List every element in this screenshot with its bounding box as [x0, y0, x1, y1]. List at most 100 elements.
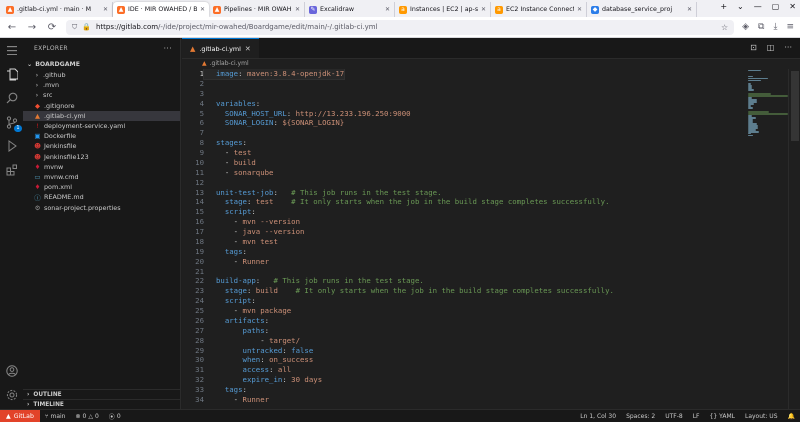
notifications-bell-icon[interactable]: 🔔	[783, 413, 800, 420]
indentation[interactable]: Spaces: 2	[621, 413, 660, 420]
keyboard-layout[interactable]: Layout: US	[740, 413, 783, 420]
explorer-files-icon[interactable]	[4, 66, 20, 82]
scrollbar-thumb[interactable]	[791, 71, 799, 141]
tree-folder[interactable]: › src	[23, 90, 180, 100]
tree-item-label: README.md	[44, 193, 84, 202]
run-debug-icon[interactable]	[4, 138, 20, 154]
account-icon[interactable]	[4, 363, 20, 379]
source-control-diff-icon[interactable]: ⊡	[750, 43, 757, 52]
remote-indicator[interactable]: ▲ GitLab	[0, 410, 40, 422]
source-control-icon[interactable]: 1	[4, 114, 22, 132]
close-icon[interactable]: ✕	[103, 6, 108, 13]
close-icon[interactable]: ✕	[687, 6, 692, 13]
bookmark-star-icon[interactable]: ☆	[721, 23, 728, 32]
cursor-position[interactable]: Ln 1, Col 30	[575, 413, 621, 420]
code-editor[interactable]: 1 image: maven:3.8.4-openjdk-17 2 3 4 variabl…	[182, 69, 742, 409]
tree-folder[interactable]: › .github	[23, 70, 180, 80]
close-icon[interactable]: ✕	[245, 45, 251, 53]
code-token: false	[291, 345, 314, 355]
back-icon[interactable]: ←	[6, 22, 18, 33]
line-text	[204, 128, 216, 138]
extensions-icon[interactable]: ⧉	[758, 22, 764, 32]
menu-icon[interactable]	[4, 42, 20, 58]
editor-tab-bar: ▲ .gitlab-ci.yml ✕	[182, 38, 800, 59]
breadcrumb-file[interactable]: .gitlab-ci.yml	[210, 60, 249, 67]
menu-icon[interactable]: ≡	[786, 22, 794, 32]
tree-file[interactable]: ♦ pom.xml	[23, 182, 180, 192]
code-line: 18 - mvn test	[182, 237, 742, 247]
line-text: access: all	[204, 365, 292, 375]
problems-indicator[interactable]: ⊗ 0 △ 0	[70, 413, 103, 420]
tree-file[interactable]: ⚙ sonar-project.properties	[23, 202, 180, 212]
tree-file[interactable]: ☻ Jenkinsfile123	[23, 152, 180, 162]
minimap-line	[748, 113, 788, 115]
search-icon[interactable]	[4, 90, 20, 106]
branch-indicator[interactable]: ⑂ main	[40, 413, 71, 420]
aws-icon: a	[399, 5, 407, 14]
close-icon[interactable]: ✕	[577, 6, 582, 13]
split-editor-icon[interactable]: ◫	[767, 43, 775, 52]
code-token: :	[251, 207, 256, 217]
code-token: -	[216, 256, 243, 266]
tree-file[interactable]: ☻ Jenkinsfile	[23, 141, 180, 151]
code-line: 11 - sonarqube	[182, 168, 742, 178]
minimap-line	[748, 77, 768, 79]
code-token: :	[255, 98, 261, 108]
tree-file[interactable]: ! deployment-service.yaml	[23, 121, 180, 131]
url-bar[interactable]: ⛉ 🔒 https://gitlab.com/-/ide/project/mir…	[66, 19, 735, 35]
more-actions-icon[interactable]: ···	[163, 44, 172, 53]
ports-indicator[interactable]: ⦿ 0	[104, 412, 126, 421]
minimap[interactable]	[748, 69, 788, 137]
tree-file[interactable]: ▣ Dockerfile	[23, 131, 180, 141]
editor-scrollbar[interactable]	[788, 69, 800, 409]
aws-icon: a	[495, 5, 503, 14]
browser-tab[interactable]: a EC2 Instance Connect ✕	[491, 2, 587, 17]
pocket-icon[interactable]: ◈	[742, 22, 749, 32]
language-mode[interactable]: {} YAML	[705, 413, 740, 420]
extensions-icon[interactable]	[4, 162, 20, 178]
tree-file[interactable]: ▲ .gitlab-ci.yml	[23, 110, 180, 121]
browser-tab[interactable]: ▲Pipelines · MIR OWAHED✕	[209, 2, 305, 17]
reload-icon[interactable]: ⟳	[46, 22, 58, 33]
timeline-section[interactable]: › TIMELINE	[23, 399, 180, 409]
minimize-icon[interactable]: —	[754, 2, 762, 11]
code-token: :	[269, 365, 278, 375]
code-token: -	[216, 335, 270, 345]
code-line: 30 when: on_success	[182, 355, 742, 365]
browser-tab[interactable]: ▲ .gitlab-ci.yml · main · M ✕	[2, 2, 113, 17]
close-icon[interactable]: ✕	[481, 6, 486, 13]
encoding[interactable]: UTF-8	[660, 413, 688, 420]
outline-section[interactable]: › OUTLINE	[23, 389, 180, 399]
code-token: 30 days	[291, 375, 323, 385]
browser-tab[interactable]: ◆ database_service_proj ✕	[587, 2, 697, 17]
warning-count: 0	[94, 412, 99, 420]
browser-tab[interactable]: ▲ IDE · MIR OWAHED / Bo ✕	[113, 2, 209, 17]
code-token: untracked	[242, 345, 283, 355]
more-actions-icon[interactable]: ···	[784, 43, 792, 52]
close-icon[interactable]: ✕	[295, 6, 300, 13]
tree-folder[interactable]: › .mvn	[23, 80, 180, 90]
code-token: mvn test	[242, 236, 278, 246]
tree-file[interactable]: ♦ mvnw	[23, 162, 180, 172]
tree-file[interactable]: ◆ .gitignore	[23, 101, 180, 111]
code-token: tags	[224, 246, 243, 256]
tree-file[interactable]: ▭ mvnw.cmd	[23, 172, 180, 182]
forward-icon[interactable]: →	[26, 22, 38, 33]
download-icon[interactable]: ⤓	[773, 22, 777, 32]
settings-gear-icon[interactable]	[4, 387, 20, 403]
close-icon[interactable]: ✕	[200, 6, 205, 13]
list-tabs-icon[interactable]: ⌄	[737, 2, 744, 11]
end-of-line[interactable]: LF	[688, 413, 705, 420]
tree-file[interactable]: ⓘ README.md	[23, 192, 180, 202]
new-tab-icon[interactable]: +	[720, 2, 727, 11]
editor-tab-gitlab-ci[interactable]: ▲ .gitlab-ci.yml ✕	[182, 38, 259, 58]
browser-tab[interactable]: a Instances | EC2 | ap-so ✕	[395, 2, 491, 17]
line-number: 33	[195, 385, 204, 394]
close-window-icon[interactable]: ✕	[789, 2, 796, 11]
maximize-icon[interactable]: ▢	[772, 2, 780, 11]
close-icon[interactable]: ✕	[385, 6, 390, 13]
workspace-root-folder[interactable]: ⌄ BOARDGAME	[23, 58, 180, 70]
browser-tab[interactable]: ✎ Excalidraw ✕	[305, 2, 395, 17]
